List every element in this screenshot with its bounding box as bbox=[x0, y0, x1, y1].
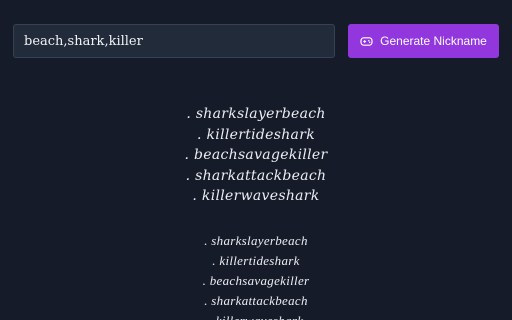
nickname-item[interactable]: . killerwaveshark bbox=[0, 186, 512, 207]
nickname-item[interactable]: . killertideshark bbox=[0, 251, 512, 271]
gamepad-icon bbox=[360, 36, 373, 46]
nickname-list-style-2: . sharkslayerbeach . killertideshark . b… bbox=[0, 231, 512, 320]
generate-button-label: Generate Nickname bbox=[380, 34, 487, 48]
generate-nickname-button[interactable]: Generate Nickname bbox=[348, 24, 499, 58]
nickname-item[interactable]: . sharkattackbeach bbox=[0, 291, 512, 311]
nickname-item[interactable]: . sharkslayerbeach bbox=[0, 231, 512, 251]
nickname-item[interactable]: . sharkslayerbeach bbox=[0, 104, 512, 125]
nickname-item[interactable]: . killerwaveshark bbox=[0, 311, 512, 320]
nickname-item[interactable]: . beachsavagekiller bbox=[0, 145, 512, 166]
nickname-list-style-1: . sharkslayerbeach . killertideshark . b… bbox=[0, 104, 512, 207]
nickname-results: . sharkslayerbeach . killertideshark . b… bbox=[0, 104, 512, 320]
nickname-item[interactable]: . killertideshark bbox=[0, 125, 512, 146]
nickname-item[interactable]: . sharkattackbeach bbox=[0, 166, 512, 187]
nickname-item[interactable]: . beachsavagekiller bbox=[0, 271, 512, 291]
nickname-generator-page: Generate Nickname . sharkslayerbeach . k… bbox=[0, 0, 512, 320]
keywords-input[interactable] bbox=[13, 24, 335, 58]
